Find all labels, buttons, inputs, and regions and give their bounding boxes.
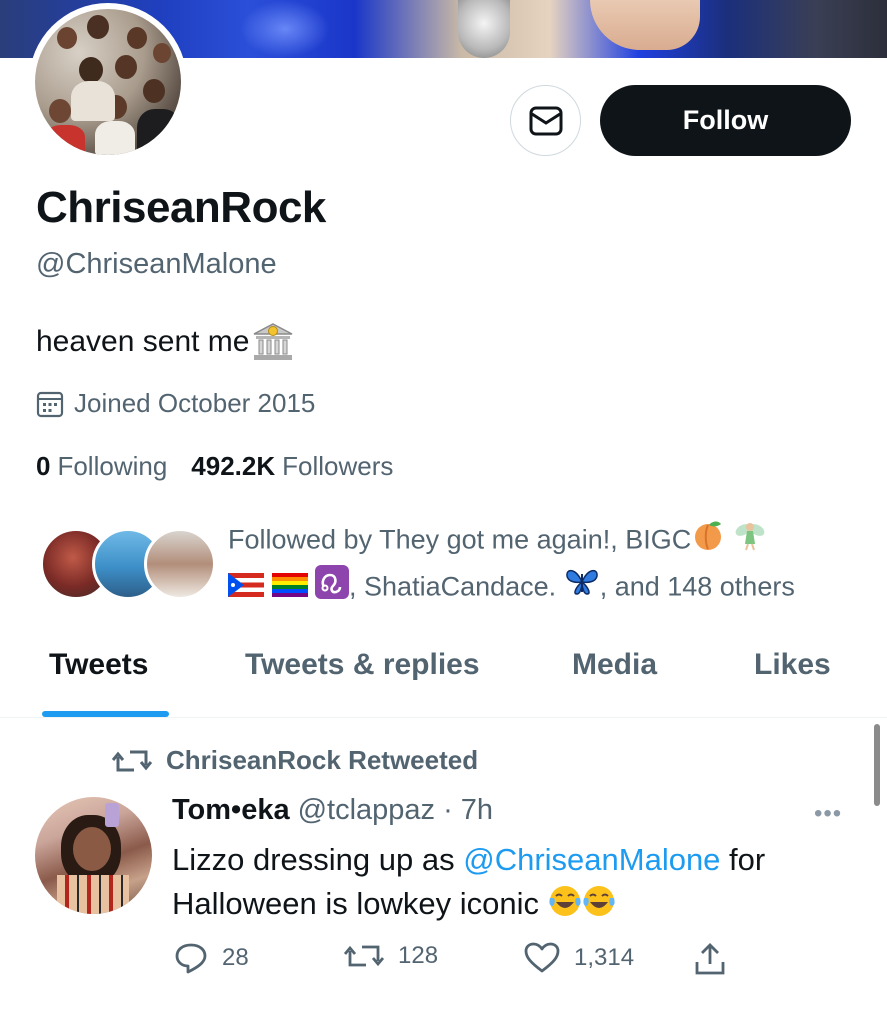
banner-hand	[590, 0, 700, 50]
message-button[interactable]	[510, 85, 581, 156]
tweet-text: Lizzo dressing up as @ChriseanMalone for…	[172, 838, 852, 926]
reply-count: 28	[222, 944, 249, 971]
tweet-separator: ·	[443, 794, 453, 826]
heart-icon	[524, 942, 560, 973]
followed-by-middle: , ShatiaCandace.	[349, 571, 557, 602]
bank-emoji-icon	[251, 322, 295, 362]
profile-bio: heaven sent me	[36, 322, 295, 362]
followed-by-text[interactable]: Followed by They got me again!, BIGC , S…	[228, 518, 868, 612]
tweet-actions: 28 128 1,314	[172, 942, 752, 982]
banner-watch	[458, 0, 510, 58]
avatar-outfit	[57, 875, 129, 914]
followers-count: 492.2K	[191, 451, 276, 481]
retweet-count: 128	[398, 942, 439, 969]
avatar-face	[73, 827, 111, 871]
tweet-author-name[interactable]: Tom•eka	[172, 794, 290, 827]
profile-avatar[interactable]	[35, 9, 181, 155]
display-name: ChriseanRock	[36, 183, 326, 232]
tweet-header: Tom•eka @tclappaz · 7h	[172, 794, 493, 827]
joined-date: Joined October 2015	[36, 388, 315, 419]
tweet-author-avatar[interactable]	[35, 797, 152, 914]
follower-avatar	[144, 528, 216, 600]
tab-tweets[interactable]: Tweets	[49, 648, 148, 682]
fairy-emoji-icon	[733, 518, 767, 565]
calendar-icon	[36, 391, 64, 417]
retweet-context[interactable]: ChriseanRock Retweeted	[112, 745, 478, 776]
avatar-shirt	[45, 125, 85, 155]
share-button[interactable]	[694, 942, 726, 976]
avatar-face	[115, 55, 137, 79]
tears-of-joy-emoji-icon	[582, 884, 616, 918]
puerto-rico-flag-icon	[228, 567, 264, 610]
joined-text: Joined October 2015	[74, 388, 316, 418]
bio-text: heaven sent me	[36, 325, 250, 358]
retweet-label: ChriseanRock Retweeted	[166, 745, 479, 775]
tabs-divider	[0, 717, 887, 718]
tweet-mention[interactable]: @ChriseanMalone	[463, 842, 720, 877]
avatar-face	[49, 99, 71, 123]
leo-emoji-icon	[315, 565, 350, 612]
retweet-button[interactable]: 128	[344, 942, 438, 970]
avatar-face	[57, 27, 77, 49]
reply-icon	[175, 943, 207, 974]
tweet-author-handle[interactable]: @tclappaz	[298, 794, 435, 827]
avatar-face	[143, 79, 165, 103]
following-label: Following	[57, 451, 168, 481]
share-icon	[695, 943, 725, 975]
tab-tweets-and-replies[interactable]: Tweets & replies	[245, 648, 480, 682]
tab-media[interactable]: Media	[572, 648, 657, 682]
followers-link[interactable]: 492.2K Followers	[191, 451, 393, 482]
avatar-face	[153, 43, 171, 63]
profile-stats: 0 Following 492.2K Followers	[36, 451, 393, 482]
envelope-icon	[529, 106, 562, 135]
banner-shine	[240, 0, 330, 58]
like-count: 1,314	[574, 944, 635, 971]
scrollbar[interactable]	[874, 724, 880, 806]
avatar-phone	[105, 803, 119, 827]
peach-emoji-icon	[691, 519, 725, 564]
retweet-icon	[112, 750, 152, 771]
tears-of-joy-emoji-icon	[548, 884, 582, 918]
tweet-time[interactable]: 7h	[461, 794, 493, 827]
profile-handle: @ChriseanMalone	[36, 248, 277, 280]
avatar-face	[87, 15, 109, 39]
followed-by-prefix: Followed by They got me again!, BIGC	[228, 524, 692, 555]
rainbow-flag-icon	[271, 567, 308, 610]
tab-likes[interactable]: Likes	[754, 648, 831, 682]
avatar-face	[79, 57, 103, 83]
followed-by-avatars[interactable]	[40, 528, 216, 604]
following-link[interactable]: 0 Following	[36, 451, 167, 482]
more-options-icon[interactable]: •••	[814, 800, 842, 828]
tweet-body-start: Lizzo dressing up as	[172, 842, 464, 877]
follow-button[interactable]: Follow	[600, 85, 851, 156]
avatar-face	[127, 27, 147, 49]
like-button[interactable]: 1,314	[524, 942, 634, 974]
followed-by-suffix: , and 148 others	[599, 571, 795, 602]
butterfly-emoji-icon	[564, 566, 600, 611]
following-count: 0	[36, 451, 51, 481]
avatar-shirt	[95, 121, 135, 155]
avatar-shirt	[71, 81, 115, 121]
reply-button[interactable]: 28	[174, 942, 249, 974]
followers-label: Followers	[282, 451, 394, 481]
avatar-shirt	[137, 109, 181, 155]
retweet-icon	[344, 945, 384, 967]
